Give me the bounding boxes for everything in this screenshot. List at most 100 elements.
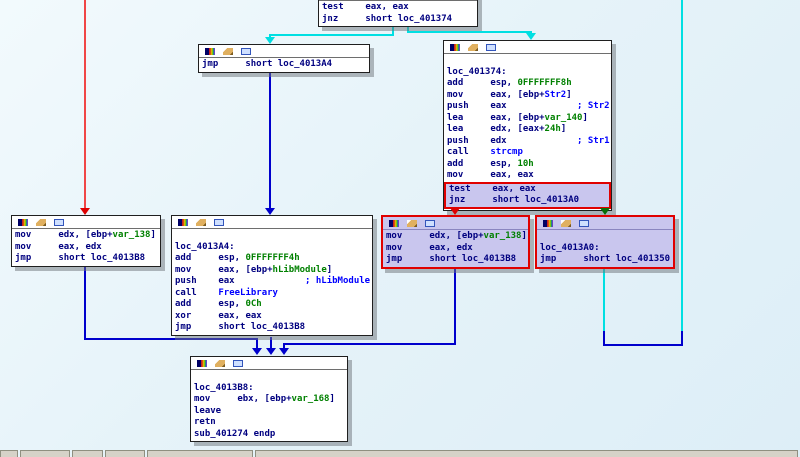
edge-blue-left-to-3B8-v1 (84, 267, 86, 340)
frame-window-icon[interactable] (233, 360, 243, 367)
node-titlebar (199, 45, 369, 58)
asm-line[interactable]: test eax, eax (322, 2, 476, 14)
graph-palette-icon[interactable] (543, 220, 553, 227)
asm-line[interactable]: jmp short loc_4013B8 (386, 254, 527, 266)
asm-line[interactable]: loc_4013A4: (175, 242, 371, 254)
asm-line[interactable]: loc_4013A0: (540, 243, 672, 255)
node-titlebar (444, 41, 611, 54)
asm-line[interactable]: mov eax, edx (15, 242, 159, 254)
asm-line[interactable]: call FreeLibrary (175, 288, 371, 300)
node-titlebar (12, 216, 160, 229)
asm-line[interactable]: mov edx, [ebp+var_138] (15, 230, 159, 242)
collapse-node-icon[interactable] (215, 360, 225, 367)
asm-line[interactable]: mov ebx, [ebp+var_168] (194, 394, 346, 406)
graph-palette-icon[interactable] (197, 360, 207, 367)
asm-line[interactable] (540, 231, 672, 243)
asm-line[interactable]: test eax, eax (449, 184, 609, 196)
edge-cyan-top-to-374-h (407, 31, 532, 33)
asm-line[interactable]: loc_4013B8: (194, 383, 346, 395)
node-test-jnz-top[interactable]: test eax, eaxjnz short loc_401374 (318, 0, 478, 27)
code-body: test eax, eaxjnz short loc_401374 (319, 1, 477, 26)
asm-line[interactable]: retn (194, 417, 346, 429)
asm-line[interactable]: jnz short loc_401374 (322, 14, 476, 26)
statusbar-segment[interactable] (147, 450, 253, 457)
frame-window-icon[interactable] (425, 220, 435, 227)
graph-palette-icon[interactable] (389, 220, 399, 227)
asm-line[interactable] (447, 55, 610, 67)
node-mov-edx-highlighted[interactable]: mov edx, [ebp+var_138]mov eax, edxjmp sh… (381, 215, 530, 269)
collapse-node-icon[interactable] (196, 219, 206, 226)
asm-line[interactable]: loc_401374: (447, 67, 610, 79)
asm-line[interactable]: jmp short loc_401350 (540, 254, 672, 266)
statusbar-segment[interactable] (105, 450, 145, 457)
node-loc-401374[interactable]: loc_401374:add esp, 0FFFFFFF8hmov eax, [… (443, 40, 612, 211)
asm-line[interactable]: mov edx, [ebp+var_138] (386, 231, 527, 243)
asm-line[interactable]: add esp, 0FFFFFFF8h (447, 78, 610, 90)
frame-window-icon[interactable] (54, 219, 64, 226)
frame-window-icon[interactable] (579, 220, 589, 227)
asm-line[interactable] (175, 230, 371, 242)
collapse-node-icon[interactable] (223, 48, 233, 55)
statusbar-segment[interactable] (72, 450, 103, 457)
ida-graph-canvas[interactable]: test eax, eaxjnz short loc_401374 jmp sh… (0, 0, 800, 457)
asm-line[interactable]: lea eax, [ebp+var_140] (447, 113, 610, 125)
node-loc-4013A0[interactable]: loc_4013A0:jmp short loc_401350 (535, 215, 675, 269)
asm-line[interactable]: lea edx, [eax+24h] (447, 124, 610, 136)
statusbar (0, 450, 800, 457)
arrowhead-blue-3A4-block (265, 208, 275, 215)
asm-line[interactable]: add esp, 10h (447, 159, 610, 171)
code-body: loc_4013A0:jmp short loc_401350 (537, 230, 673, 267)
code-body: loc_4013A4:add esp, 0FFFFFFF4hmov eax, [… (172, 229, 372, 335)
edge-blue-jmp-to-3A4-v (269, 73, 271, 209)
asm-line[interactable]: jmp short loc_4013B8 (175, 322, 371, 334)
asm-line[interactable]: add esp, 0Ch (175, 299, 371, 311)
asm-line[interactable]: push eax ; hLibModule (175, 276, 371, 288)
frame-window-icon[interactable] (214, 219, 224, 226)
arrowhead-blue-3B8-right (279, 348, 289, 355)
asm-line[interactable]: mov eax, eax (447, 170, 610, 182)
arrowhead-red-mov-block (450, 208, 460, 215)
asm-line[interactable]: mov eax, [ebp+Str2] (447, 90, 610, 102)
frame-window-icon[interactable] (241, 48, 251, 55)
asm-line[interactable]: jmp short loc_4013A4 (202, 59, 368, 71)
collapse-node-icon[interactable] (36, 219, 46, 226)
node-loc-4013B8[interactable]: loc_4013B8:mov ebx, [ebp+var_168]leavere… (190, 356, 348, 442)
arrowhead-cyan-374-block (526, 33, 536, 40)
asm-line[interactable]: add esp, 0FFFFFFF4h (175, 253, 371, 265)
statusbar-segment[interactable] (255, 450, 798, 457)
asm-line[interactable]: mov eax, [ebp+hLibModule] (175, 265, 371, 277)
asm-line[interactable]: push edx ; Str1 (447, 136, 610, 148)
edge-blue-mov-to-3B8-v1 (454, 269, 456, 345)
asm-line[interactable] (194, 371, 346, 383)
code-body: mov edx, [ebp+var_138]mov eax, edxjmp sh… (383, 230, 528, 267)
asm-line[interactable]: call strcmp (447, 147, 610, 159)
node-titlebar (172, 216, 372, 229)
collapse-node-icon[interactable] (561, 220, 571, 227)
graph-palette-icon[interactable] (178, 219, 188, 226)
statusbar-segment[interactable] (0, 450, 18, 457)
node-jmp-4013A4[interactable]: jmp short loc_4013A4 (198, 44, 370, 73)
code-body: loc_4013B8:mov ebx, [ebp+var_168]leavere… (191, 370, 347, 441)
frame-window-icon[interactable] (486, 44, 496, 51)
asm-line[interactable]: push eax ; Str2 (447, 101, 610, 113)
arrowhead-red-left-block (80, 208, 90, 215)
asm-line[interactable]: sub_401274 endp (194, 429, 346, 441)
node-loc-4013A4[interactable]: loc_4013A4:add esp, 0FFFFFFF4hmov eax, [… (171, 215, 373, 336)
collapse-node-icon[interactable] (468, 44, 478, 51)
statusbar-segment[interactable] (20, 450, 70, 457)
node-titlebar (191, 357, 347, 370)
node-mov-edx-left[interactable]: mov edx, [ebp+var_138]mov eax, edxjmp sh… (11, 215, 161, 267)
asm-line[interactable]: mov eax, edx (386, 243, 527, 255)
asm-line[interactable]: xor eax, eax (175, 311, 371, 323)
asm-line[interactable]: jmp short loc_4013B8 (15, 253, 159, 265)
edge-cyan-3A0-down-v (603, 269, 605, 331)
graph-palette-icon[interactable] (18, 219, 28, 226)
arrowhead-blue-3B8-left (252, 348, 262, 355)
collapse-node-icon[interactable] (407, 220, 417, 227)
edge-cyan-3A0-up-v (681, 0, 683, 331)
arrowhead-blue-3B8-mid (266, 348, 276, 355)
graph-palette-icon[interactable] (205, 48, 215, 55)
asm-line[interactable]: jnz short loc_4013A0 (449, 195, 609, 207)
asm-line[interactable]: leave (194, 406, 346, 418)
graph-palette-icon[interactable] (450, 44, 460, 51)
